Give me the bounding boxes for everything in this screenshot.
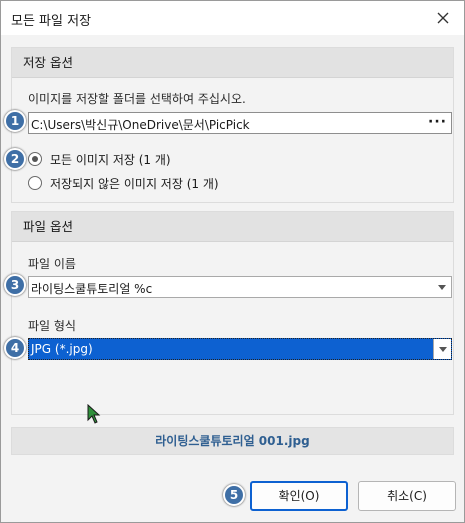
- annotation-badge-3: 3: [4, 274, 26, 296]
- mouse-cursor-icon: [87, 404, 101, 424]
- file-format-combo[interactable]: JPG (*.jpg): [28, 338, 452, 360]
- chevron-down-icon: [438, 284, 446, 290]
- file-name-dropdown-button[interactable]: [433, 277, 451, 297]
- radio-save-all-indicator[interactable]: [28, 152, 42, 166]
- dialog-title: 모든 파일 저장: [11, 14, 92, 29]
- browse-folder-button[interactable]: ···: [428, 114, 447, 130]
- file-format-value: JPG (*.jpg): [31, 342, 93, 356]
- save-options-group: 저장 옵션 이미지를 저장할 폴더를 선택하여 주십시오. C:\Users\박…: [11, 47, 454, 203]
- annotation-badge-1: 1: [4, 110, 26, 132]
- close-icon: [437, 12, 449, 24]
- file-name-label: 파일 이름: [28, 257, 76, 271]
- folder-path-field[interactable]: C:\Users\박신규\OneDrive\문서\PicPick ···: [28, 112, 452, 134]
- chevron-down-icon: [438, 346, 447, 352]
- radio-save-all-label: 모든 이미지 저장 (1 개): [50, 152, 171, 167]
- save-all-files-dialog: 모든 파일 저장 저장 옵션 이미지를 저장할 폴더를 선택하여 주십시오. C…: [0, 0, 465, 523]
- ok-button[interactable]: 확인(O): [250, 481, 348, 511]
- file-options-header: 파일 옵션: [12, 212, 453, 242]
- filename-preview: 라이팅스쿨튜토리얼 001.jpg: [11, 427, 454, 455]
- file-format-dropdown-button[interactable]: [433, 339, 451, 359]
- folder-prompt-label: 이미지를 저장할 폴더를 선택하여 주십시오.: [28, 92, 246, 106]
- annotation-badge-5: 5: [223, 484, 245, 506]
- save-options-header: 저장 옵션: [12, 48, 453, 78]
- file-options-group: 파일 옵션 파일 이름 라이팅스쿨튜토리얼 %c 파일 형식 JPG (*.jp…: [11, 211, 454, 415]
- file-name-value: 라이팅스쿨튜토리얼 %c: [31, 282, 153, 296]
- file-format-label: 파일 형식: [28, 319, 76, 333]
- radio-save-unsaved[interactable]: 저장되지 않은 이미지 저장 (1 개): [28, 173, 219, 193]
- cancel-button[interactable]: 취소(C): [358, 481, 456, 511]
- radio-save-unsaved-indicator[interactable]: [28, 176, 42, 190]
- file-name-combo[interactable]: 라이팅스쿨튜토리얼 %c: [28, 276, 452, 298]
- folder-path-value: C:\Users\박신규\OneDrive\문서\PicPick: [31, 118, 250, 132]
- radio-save-all[interactable]: 모든 이미지 저장 (1 개): [28, 149, 171, 169]
- radio-save-unsaved-label: 저장되지 않은 이미지 저장 (1 개): [50, 176, 219, 191]
- close-button[interactable]: [432, 7, 454, 29]
- title-bar: 모든 파일 저장: [1, 1, 464, 35]
- annotation-badge-4: 4: [4, 337, 26, 359]
- annotation-badge-2: 2: [4, 148, 26, 170]
